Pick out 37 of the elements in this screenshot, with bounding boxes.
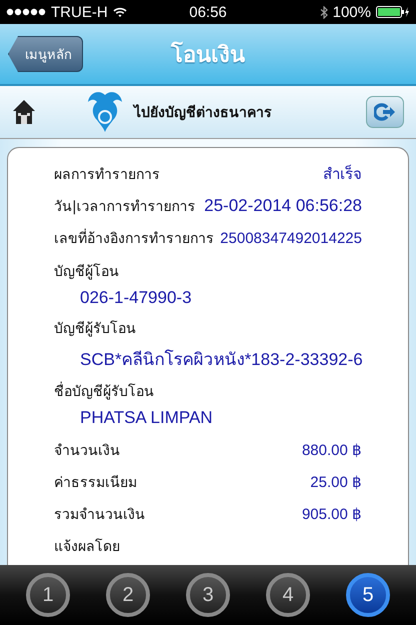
field-value: PHATSA LIMPAN (79, 408, 213, 428)
back-button[interactable]: เมนูหลัก (8, 36, 83, 72)
step-button[interactable]: 3 (186, 573, 230, 617)
field-label: ผลการทำรายการ (54, 166, 160, 185)
field-label: ค่าธรรมเนียม (54, 474, 137, 493)
step-button[interactable]: 4 (266, 573, 310, 617)
battery-charging-icon (376, 6, 410, 18)
field-label: ชื่อบัญชีผู้รับโอน (54, 380, 154, 402)
carrier-name: TRUE-H (51, 4, 108, 20)
logout-icon (374, 103, 396, 121)
home-icon[interactable] (12, 99, 36, 125)
step-button[interactable]: 2 (106, 573, 150, 617)
field-value: 25008347492014225 (220, 230, 362, 246)
field-label: แจ้งผลโดย (54, 538, 120, 557)
field-label: บัญชีผู้รับโอน (54, 320, 136, 338)
field-label: วัน|เวลาการทำรายการ (54, 198, 196, 217)
field-value: SCB*คลีนิกโรคผิวหนัง*183-2-33392-6 (79, 348, 363, 370)
bluetooth-icon (320, 6, 328, 18)
field-label: บัญชีผู้โอน (54, 262, 119, 282)
field-value: สำเร็จ (323, 164, 362, 185)
wifi-icon (112, 6, 127, 18)
field-value: 25.00 ฿ (310, 473, 362, 491)
field-value: 905.00 ฿ (302, 505, 362, 523)
clock-time: 06:56 (189, 4, 227, 20)
section-title: ไปยังบัญชีต่างธนาคาร (134, 103, 273, 123)
logout-button[interactable] (366, 96, 404, 128)
field-label: รวมจำนวนเงิน (54, 506, 145, 525)
field-value: 880.00 ฿ (302, 441, 362, 459)
field-value: 026-1-47990-3 (79, 288, 192, 308)
step-button[interactable]: 1 (26, 573, 70, 617)
signal-icon (6, 8, 46, 16)
field-label: เลขที่อ้างอิงการทำรายการ (54, 227, 214, 249)
page-title: โอนเงิน (171, 40, 245, 70)
step-button[interactable]: 5 (346, 573, 390, 617)
field-value: 25-02-2014 06:56:28 (204, 196, 362, 216)
field-label: จำนวนเงิน (54, 442, 120, 461)
battery-percent: 100% (332, 4, 371, 20)
